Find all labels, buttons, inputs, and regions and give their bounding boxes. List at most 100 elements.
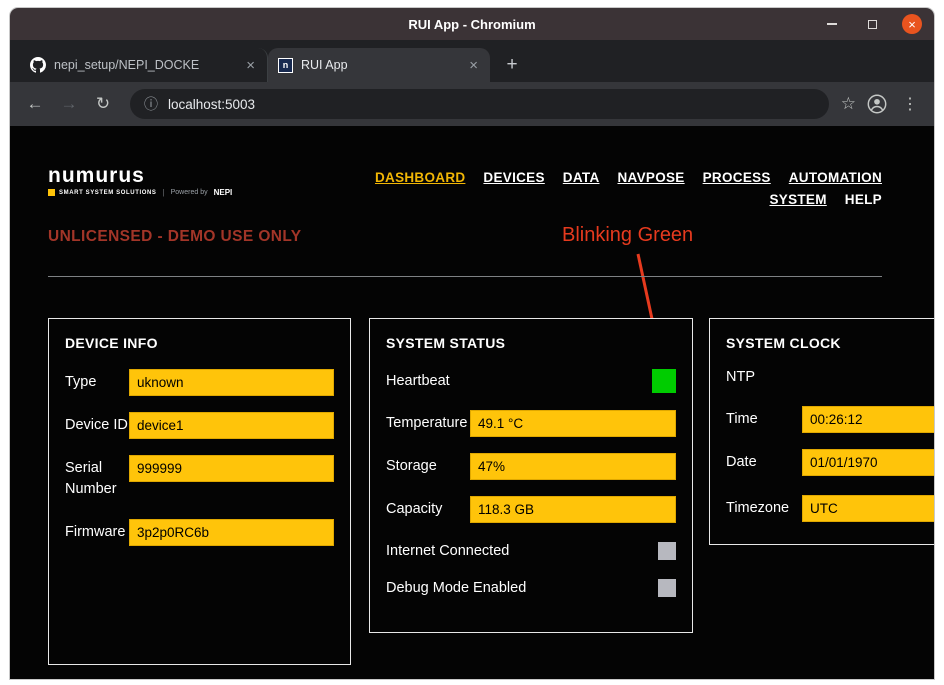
nepi-brand-label: NEPI — [214, 188, 233, 197]
storage-input[interactable] — [470, 453, 676, 480]
close-window-button[interactable]: × — [902, 14, 922, 34]
field-storage: Storage — [386, 453, 676, 480]
minimize-icon — [827, 23, 837, 25]
field-label: Device ID — [65, 412, 129, 436]
window-title: RUI App - Chromium — [408, 17, 535, 32]
field-label: Firmware — [65, 519, 129, 543]
header-divider — [48, 276, 882, 277]
system-status-panel: SYSTEM STATUS Heartbeat Temperature Stor… — [369, 318, 693, 633]
window-controls: × — [822, 8, 922, 40]
field-label: Date — [726, 449, 802, 473]
field-temperature: Temperature — [386, 410, 676, 437]
nepi-favicon-icon: n — [278, 58, 293, 73]
field-type: Type — [65, 369, 334, 396]
field-label: Temperature — [386, 410, 470, 434]
brand-subline: SMART SYSTEM SOLUTIONS | Powered by NEPI — [48, 188, 232, 197]
back-button[interactable]: ← — [20, 89, 50, 119]
brand-tagline: SMART SYSTEM SOLUTIONS — [59, 190, 157, 196]
time-input[interactable] — [802, 406, 934, 433]
field-label: Storage — [386, 453, 470, 477]
new-tab-button[interactable]: + — [498, 51, 526, 79]
browser-window: RUI App - Chromium × nepi_setup/NEPI_DOC… — [10, 8, 934, 679]
debug-mode-label: Debug Mode Enabled — [386, 580, 526, 596]
nav-devices[interactable]: DEVICES — [483, 170, 544, 185]
panel-title: SYSTEM STATUS — [386, 335, 676, 351]
nav-row-1: DASHBOARD DEVICES DATA NAVPOSE PROCESS A… — [375, 170, 882, 185]
tab-label: RUI App — [301, 58, 459, 72]
maximize-icon — [868, 20, 877, 29]
capacity-input[interactable] — [470, 496, 676, 523]
browser-toolbar: ← → ↻ ⓘ localhost:5003 ☆ ⋮ — [10, 82, 934, 126]
debug-mode-indicator — [658, 579, 676, 597]
field-label: Serial Number — [65, 455, 129, 500]
device-info-panel: DEVICE INFO Type Device ID Serial Number… — [48, 318, 351, 665]
nav-process[interactable]: PROCESS — [703, 170, 771, 185]
window-titlebar: RUI App - Chromium × — [10, 8, 934, 40]
nav-row-2: SYSTEM HELP — [769, 192, 882, 207]
site-info-icon[interactable]: ⓘ — [144, 94, 158, 114]
annotation-blinking-green: Blinking Green — [562, 224, 693, 247]
tab-rui-app[interactable]: n RUI App × — [268, 48, 490, 82]
date-input[interactable] — [802, 449, 934, 476]
nav-automation[interactable]: AUTOMATION — [789, 170, 882, 185]
field-timezone: Timezone — [726, 495, 934, 522]
field-time: Time — [726, 406, 934, 433]
ntp-label: NTP — [726, 369, 755, 385]
main-nav: DASHBOARD DEVICES DATA NAVPOSE PROCESS A… — [375, 170, 882, 207]
temperature-input[interactable] — [470, 410, 676, 437]
heartbeat-indicator — [652, 369, 676, 393]
nav-system[interactable]: SYSTEM — [769, 192, 826, 207]
tab-close-icon[interactable]: × — [244, 57, 257, 74]
bookmark-star-icon[interactable]: ☆ — [841, 94, 856, 114]
field-firmware: Firmware — [65, 519, 334, 546]
field-label: Time — [726, 406, 802, 430]
field-label: Type — [65, 369, 129, 393]
nav-navpose[interactable]: NAVPOSE — [618, 170, 685, 185]
toolbar-actions: ☆ ⋮ — [841, 93, 924, 115]
heartbeat-label: Heartbeat — [386, 373, 450, 389]
field-capacity: Capacity — [386, 496, 676, 523]
minimize-button[interactable] — [822, 14, 842, 34]
device-id-input[interactable] — [129, 412, 334, 439]
tab-close-icon[interactable]: × — [467, 57, 480, 74]
type-input[interactable] — [129, 369, 334, 396]
nav-data[interactable]: DATA — [563, 170, 600, 185]
panel-title: DEVICE INFO — [65, 335, 334, 351]
field-label: Timezone — [726, 495, 802, 519]
panel-title: SYSTEM CLOCK — [726, 335, 934, 351]
powered-by-label: Powered by — [171, 189, 208, 196]
license-banner: UNLICENSED - DEMO USE ONLY — [48, 228, 302, 246]
maximize-button[interactable] — [862, 14, 882, 34]
brand-name: numurus — [48, 166, 232, 186]
debug-mode-row: Debug Mode Enabled — [386, 579, 676, 597]
internet-connected-indicator — [658, 542, 676, 560]
tab-label: nepi_setup/NEPI_DOCKE — [54, 58, 236, 72]
github-icon — [30, 57, 46, 73]
ntp-row: NTP — [726, 369, 934, 385]
address-bar[interactable]: ⓘ localhost:5003 — [130, 89, 829, 119]
forward-button[interactable]: → — [54, 89, 84, 119]
internet-connected-row: Internet Connected — [386, 542, 676, 560]
firmware-input[interactable] — [129, 519, 334, 546]
tab-strip: nepi_setup/NEPI_DOCKE × n RUI App × + — [10, 40, 934, 82]
page-content: numurus SMART SYSTEM SOLUTIONS | Powered… — [10, 126, 934, 679]
field-label: Capacity — [386, 496, 470, 520]
profile-avatar-icon[interactable] — [866, 93, 888, 115]
brand-chip-icon — [48, 189, 55, 196]
nav-dashboard[interactable]: DASHBOARD — [375, 170, 465, 185]
url-text[interactable]: localhost:5003 — [168, 97, 255, 112]
field-date: Date — [726, 449, 934, 476]
heartbeat-row: Heartbeat — [386, 369, 676, 393]
system-clock-panel: SYSTEM CLOCK NTP Time Date Timezone — [709, 318, 934, 545]
nav-help[interactable]: HELP — [845, 192, 882, 207]
timezone-input[interactable] — [802, 495, 934, 522]
numurus-logo: numurus SMART SYSTEM SOLUTIONS | Powered… — [48, 166, 232, 197]
field-serial-number: Serial Number — [65, 455, 334, 500]
brand-separator: | — [163, 188, 165, 197]
browser-menu-icon[interactable]: ⋮ — [898, 94, 922, 114]
reload-button[interactable]: ↻ — [88, 89, 118, 119]
serial-number-input[interactable] — [129, 455, 334, 482]
tab-github[interactable]: nepi_setup/NEPI_DOCKE × — [20, 48, 268, 82]
internet-connected-label: Internet Connected — [386, 543, 509, 559]
field-device-id: Device ID — [65, 412, 334, 439]
